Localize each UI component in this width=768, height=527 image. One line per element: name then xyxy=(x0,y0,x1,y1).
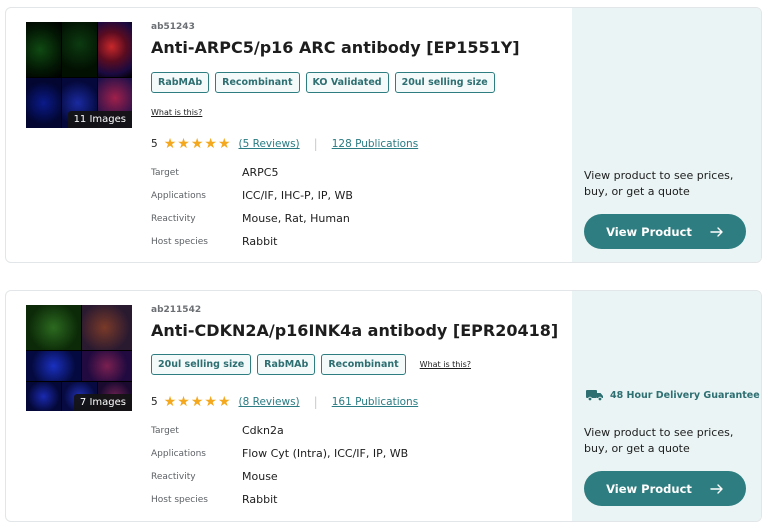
spec-label: Reactivity xyxy=(151,471,196,482)
tag-recombinant: Recombinant xyxy=(321,354,406,375)
spec-value: ARPC5 xyxy=(242,166,279,179)
spec-row-applications: Applications ICC/IF, IHC-P, IP, WB xyxy=(151,184,353,207)
divider: | xyxy=(313,395,318,409)
star-icon: ★ xyxy=(190,394,204,410)
star-icon: ★ xyxy=(217,136,231,152)
spec-value: Cdkn2a xyxy=(242,424,284,437)
tag-recombinant: Recombinant xyxy=(215,72,300,93)
product-title[interactable]: Anti-ARPC5/p16 ARC antibody [EP1551Y] xyxy=(151,38,520,57)
delivery-truck-icon xyxy=(586,390,603,401)
spec-label: Target xyxy=(151,425,179,436)
arrow-right-icon xyxy=(710,226,723,237)
purchase-panel: View product to see prices, buy, or get … xyxy=(572,8,761,262)
spec-label: Applications xyxy=(151,190,206,201)
spec-value: ICC/IF, IHC-P, IP, WB xyxy=(242,189,353,202)
publications-link[interactable]: 128 Publications xyxy=(332,138,418,150)
rating-score: 5 xyxy=(151,396,158,408)
arrow-right-icon xyxy=(710,483,723,494)
image-count-badge: 11 Images xyxy=(67,111,132,128)
star-icon: ★ xyxy=(190,136,204,152)
spec-row-target: Target ARPC5 xyxy=(151,161,353,184)
product-image-gallery[interactable]: 7 Images xyxy=(26,305,132,411)
tag-20ul-selling-size: 20ul selling size xyxy=(394,72,495,93)
spec-value: Flow Cyt (Intra), ICC/IF, IP, WB xyxy=(242,447,409,460)
reviews-link[interactable]: (5 Reviews) xyxy=(239,138,300,150)
image-count-badge: 7 Images xyxy=(73,394,132,411)
rating-row: 5 ★ ★ ★ ★ ★ (5 Reviews) | 128 Publicatio… xyxy=(151,137,418,151)
product-image-gallery[interactable]: 11 Images xyxy=(26,22,132,128)
view-product-button[interactable]: View Product xyxy=(584,214,746,249)
product-card: 11 Images ab51243 Anti-ARPC5/p16 ARC ant… xyxy=(5,7,762,263)
delivery-text: 48 Hour Delivery Guarantee xyxy=(610,389,760,401)
tag-ko-validated: KO Validated xyxy=(305,72,389,93)
spec-label: Host species xyxy=(151,494,208,505)
spec-value: Mouse xyxy=(242,470,278,483)
product-code: ab211542 xyxy=(151,305,202,315)
star-icon: ★ xyxy=(163,394,177,410)
cta-text: View product to see prices, buy, or get … xyxy=(584,169,734,198)
spec-row-applications: Applications Flow Cyt (Intra), ICC/IF, I… xyxy=(151,442,408,465)
star-icon: ★ xyxy=(204,394,217,410)
spec-value: Mouse, Rat, Human xyxy=(242,212,350,225)
spec-row-host-species: Host species Rabbit xyxy=(151,230,353,253)
star-icon: ★ xyxy=(177,394,190,410)
product-specs: Target Cdkn2a Applications Flow Cyt (Int… xyxy=(151,419,408,511)
spec-label: Applications xyxy=(151,448,206,459)
tag-rabmab: RabMAb xyxy=(151,72,210,93)
spec-row-reactivity: Reactivity Mouse xyxy=(151,465,408,488)
spec-value: Rabbit xyxy=(242,493,278,506)
star-icon: ★ xyxy=(204,136,217,152)
view-product-button[interactable]: View Product xyxy=(584,471,746,506)
tag-20ul-selling-size: 20ul selling size xyxy=(151,354,252,375)
spec-row-host-species: Host species Rabbit xyxy=(151,488,408,511)
spec-label: Target xyxy=(151,167,179,178)
publications-link[interactable]: 161 Publications xyxy=(332,396,418,408)
spec-row-reactivity: Reactivity Mouse, Rat, Human xyxy=(151,207,353,230)
star-icon: ★ xyxy=(163,136,177,152)
star-icon: ★ xyxy=(217,394,231,410)
tag-rabmab: RabMAb xyxy=(257,354,316,375)
product-specs: Target ARPC5 Applications ICC/IF, IHC-P,… xyxy=(151,161,353,253)
what-is-this-link[interactable]: What is this? xyxy=(420,360,471,369)
product-tags: RabMAb Recombinant KO Validated 20ul sel… xyxy=(151,72,495,93)
cta-text: View product to see prices, buy, or get … xyxy=(584,426,734,455)
spec-label: Reactivity xyxy=(151,213,196,224)
spec-row-target: Target Cdkn2a xyxy=(151,419,408,442)
spec-value: Rabbit xyxy=(242,235,278,248)
view-product-label: View Product xyxy=(606,481,692,496)
product-card: 7 Images ab211542 Anti-CDKN2A/p16INK4a a… xyxy=(5,290,762,522)
rating-score: 5 xyxy=(151,138,158,150)
product-code: ab51243 xyxy=(151,22,195,32)
rating-row: 5 ★ ★ ★ ★ ★ (8 Reviews) | 161 Publicatio… xyxy=(151,395,418,409)
product-title[interactable]: Anti-CDKN2A/p16INK4a antibody [EPR20418] xyxy=(151,321,558,340)
divider: | xyxy=(313,137,318,151)
reviews-link[interactable]: (8 Reviews) xyxy=(239,396,300,408)
product-tags: 20ul selling size RabMAb Recombinant Wha… xyxy=(151,354,471,375)
purchase-panel: 48 Hour Delivery Guarantee View product … xyxy=(572,291,761,521)
delivery-guarantee: 48 Hour Delivery Guarantee xyxy=(586,389,760,401)
view-product-label: View Product xyxy=(606,224,692,239)
what-is-this-link[interactable]: What is this? xyxy=(151,108,202,117)
spec-label: Host species xyxy=(151,236,208,247)
star-icon: ★ xyxy=(177,136,190,152)
